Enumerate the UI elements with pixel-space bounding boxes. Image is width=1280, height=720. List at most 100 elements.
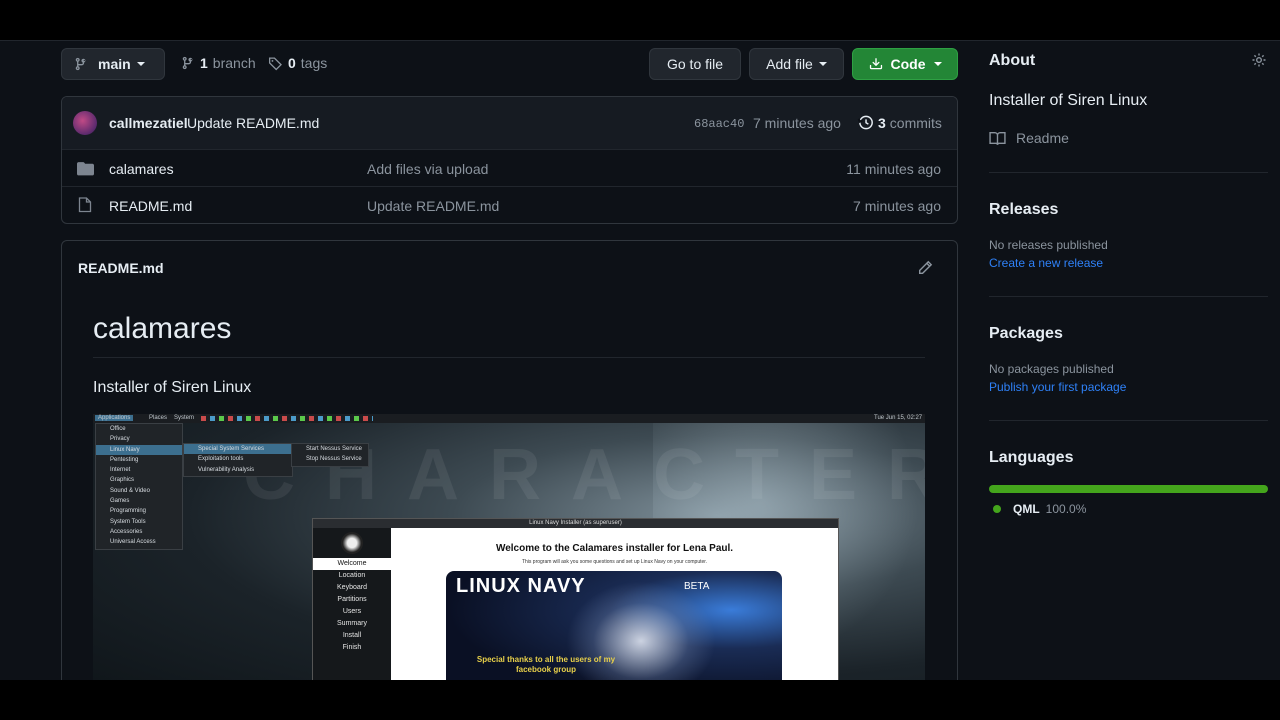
app-menu-item: Games — [110, 498, 130, 505]
app-menu-item: Programming — [110, 508, 147, 515]
commit-sha[interactable]: 68aac40 — [694, 117, 744, 131]
letterbox-top — [0, 0, 1280, 40]
installer-step: Finish — [342, 644, 362, 651]
file-row-readme[interactable]: README.md Update README.md 7 minutes ago — [62, 187, 957, 223]
app-menu-item: Linux Navy — [96, 444, 182, 455]
app-menu-item: Sound & Video — [110, 487, 150, 494]
language-item-qml[interactable]: QML 100.0% — [993, 502, 1086, 516]
languages-bar — [989, 485, 1268, 493]
download-icon — [869, 58, 882, 70]
submenu-item: Exploitation tools — [198, 456, 244, 463]
commit-message[interactable]: Update README.md — [187, 115, 319, 131]
languages-heading: Languages — [989, 449, 1074, 466]
tags-count: 0 — [288, 55, 296, 71]
chevron-down-icon — [136, 62, 145, 66]
code-button[interactable]: Code — [852, 48, 958, 80]
pencil-icon[interactable] — [917, 260, 933, 276]
go-to-file-label: Go to file — [666, 56, 724, 72]
installer-welcome-sub: This program will ask you some questions… — [521, 559, 708, 565]
book-icon — [989, 131, 1006, 145]
installer-step: Install — [342, 632, 362, 639]
releases-text: No releases published — [989, 238, 1108, 252]
taskbar-launchers — [201, 416, 373, 421]
about-description: Installer of Siren Linux — [989, 92, 1148, 109]
app-menu-item: Graphics — [110, 477, 135, 484]
sidebar-divider — [989, 172, 1268, 173]
readme-link[interactable]: Readme — [989, 130, 1069, 146]
taskbar-places: Places — [149, 415, 168, 421]
branches-link[interactable]: 1 branch — [181, 55, 256, 71]
banner-title: LINUX NAVY — [456, 575, 586, 597]
readme-screenshot[interactable]: CHARACTER Applications Places System Tue… — [93, 414, 925, 681]
add-file-button[interactable]: Add file — [749, 48, 844, 80]
tags-link[interactable]: 0 tags — [268, 55, 327, 71]
taskbar-system: System — [174, 415, 195, 421]
file-commit-message[interactable]: Update README.md — [367, 198, 499, 214]
screenshot-submenu: Special System Services Exploitation too… — [183, 443, 293, 477]
branches-label: branch — [212, 55, 256, 71]
file-commit-time: 7 minutes ago — [853, 198, 941, 214]
branch-select-button[interactable]: main — [61, 48, 165, 80]
heading-divider — [93, 357, 925, 358]
file-row-calamares[interactable]: calamares Add files via upload 11 minute… — [62, 150, 957, 187]
commits-link[interactable]: 3 commits — [857, 114, 942, 131]
chevron-down-icon — [818, 62, 827, 66]
banner-beta: BETA — [684, 581, 710, 592]
app-menu-item: Pentesting — [110, 456, 139, 463]
readme-panel: README.md calamares Installer of Siren L… — [61, 240, 958, 681]
packages-heading[interactable]: Packages — [989, 325, 1063, 343]
submenu2-item: Stop Nessus Service — [306, 456, 362, 463]
readme-description: Installer of Siren Linux — [93, 379, 252, 396]
language-bar-segment-qml — [989, 485, 1268, 493]
commit-author[interactable]: callmezatiel — [109, 115, 188, 131]
installer-step: Location — [338, 572, 366, 579]
submenu-item: Vulnerability Analysis — [198, 466, 255, 473]
installer-sidebar: Welcome Location Keyboard Partitions Use… — [313, 528, 391, 681]
file-commit-time: 11 minutes ago — [846, 161, 941, 177]
tag-icon — [268, 56, 282, 70]
letterbox-bottom — [0, 680, 1280, 720]
go-to-file-button[interactable]: Go to file — [649, 48, 741, 80]
installer-logo — [313, 528, 391, 558]
commits-label: commits — [889, 114, 942, 131]
language-name: QML — [1013, 502, 1040, 516]
file-name[interactable]: calamares — [109, 161, 174, 177]
tags-label: tags — [300, 55, 328, 71]
file-browser: callmezatiel Update README.md 68aac40 7 … — [61, 96, 958, 224]
about-heading: About — [989, 52, 1036, 69]
screenshot-submenu-2: Start Nessus Service Stop Nessus Service — [291, 443, 369, 467]
screenshot-taskbar: Applications Places System Tue Jun 15, 0… — [93, 414, 925, 423]
taskbar-applications: Applications — [95, 415, 134, 421]
app-menu-item: Internet — [110, 467, 131, 474]
app-menu-item: Universal Access — [110, 539, 156, 546]
branches-count: 1 — [200, 55, 208, 71]
submenu-item: Special System Services — [184, 444, 292, 455]
readme-filename[interactable]: README.md — [78, 260, 164, 276]
file-commit-message[interactable]: Add files via upload — [367, 161, 488, 177]
commit-time: 7 minutes ago — [753, 115, 841, 131]
banner-thanks-1: Special thanks to all the users of my — [476, 655, 616, 664]
installer-step: Partitions — [337, 596, 367, 603]
app-menu-item: Privacy — [110, 436, 130, 443]
sidebar-divider — [989, 420, 1268, 421]
taskbar-clock: Tue Jun 15, 02:27 — [874, 415, 923, 421]
installer-step: Keyboard — [337, 584, 367, 591]
publish-package-link[interactable]: Publish your first package — [989, 380, 1126, 394]
folder-icon — [77, 162, 94, 176]
chevron-down-icon — [933, 62, 942, 66]
file-name[interactable]: README.md — [109, 198, 192, 214]
sidebar-divider — [989, 296, 1268, 297]
file-icon — [78, 197, 92, 213]
installer-banner: LINUX NAVY BETA Special thanks to all th… — [446, 571, 782, 681]
app-menu-item: System Tools — [110, 518, 146, 525]
readme-link-label: Readme — [1016, 130, 1069, 146]
installer-step: Welcome — [313, 558, 391, 570]
screenshot-installer-window: Linux Navy Installer (as superuser) Welc… — [312, 518, 839, 681]
avatar[interactable] — [73, 111, 97, 135]
latest-commit-row: callmezatiel Update README.md 68aac40 7 … — [62, 97, 957, 150]
installer-step: Users — [342, 608, 362, 615]
app-menu-item: Accessories — [110, 528, 143, 535]
releases-heading[interactable]: Releases — [989, 201, 1058, 219]
gear-icon[interactable] — [1251, 52, 1267, 68]
create-release-link[interactable]: Create a new release — [989, 256, 1103, 270]
